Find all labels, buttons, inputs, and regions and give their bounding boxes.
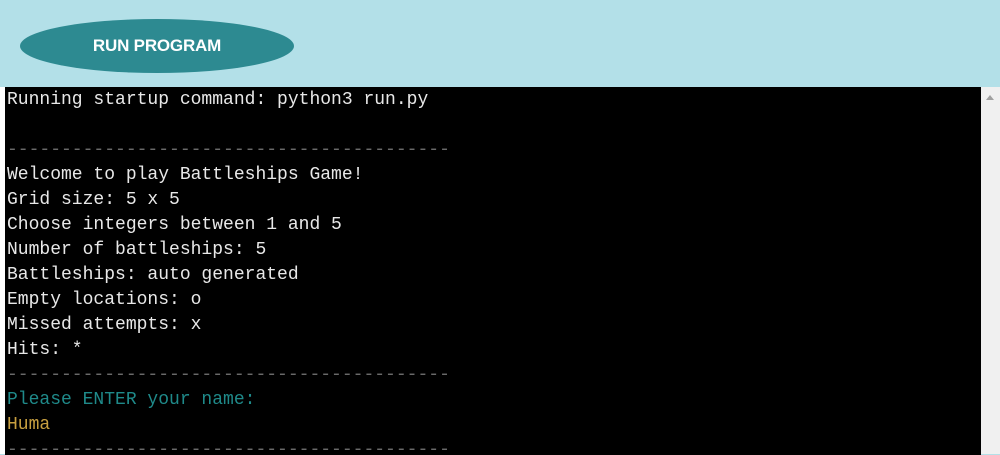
- terminal-line: Choose integers between 1 and 5: [7, 215, 342, 235]
- top-bar: RUN PROGRAM: [0, 0, 1000, 87]
- terminal-line: ----------------------------------------…: [7, 365, 450, 385]
- scroll-up-arrow-icon[interactable]: [986, 95, 994, 100]
- terminal-line: Running startup command: python3 run.py: [7, 90, 429, 110]
- terminal-output[interactable]: Running startup command: python3 run.py -…: [5, 87, 981, 455]
- terminal-line: Empty locations: o: [7, 290, 202, 310]
- terminal-line: Grid size: 5 x 5: [7, 190, 180, 210]
- run-program-button[interactable]: RUN PROGRAM: [20, 19, 294, 73]
- terminal-line: Number of battleships: 5: [7, 240, 267, 260]
- terminal-line: Missed attempts: x: [7, 315, 202, 335]
- terminal-line: Huma: [7, 415, 51, 435]
- terminal-line: Hits: *: [7, 340, 83, 360]
- terminal-line: Welcome to play Battleships Game!: [7, 165, 364, 185]
- terminal-line: Battleships: auto generated: [7, 265, 299, 285]
- terminal-line: ----------------------------------------…: [7, 440, 450, 455]
- terminal-scrollbar[interactable]: [981, 87, 1000, 454]
- terminal-line: ----------------------------------------…: [7, 140, 450, 160]
- terminal-container: Running startup command: python3 run.py -…: [0, 87, 1000, 455]
- terminal-line: Please ENTER your name:: [7, 390, 256, 410]
